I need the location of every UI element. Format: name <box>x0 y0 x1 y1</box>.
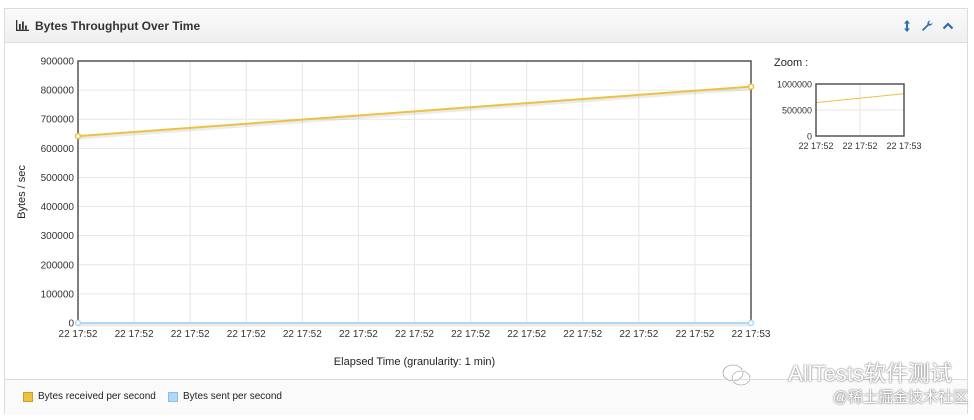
wechat-icon <box>722 364 751 386</box>
x-tick-label: 22 17:53 <box>732 329 771 340</box>
zoom-x-tick-label: 22 17:53 <box>886 141 921 151</box>
x-tick-label: 22 17:52 <box>59 329 98 340</box>
watermark-subtitle: @稀土掘金技术社区 <box>832 389 968 406</box>
series-point-0 <box>747 83 755 90</box>
y-tick-label: 600000 <box>41 144 75 155</box>
x-tick-label: 22 17:52 <box>115 329 154 340</box>
y-tick-label: 0 <box>68 319 74 330</box>
x-tick-label: 22 17:52 <box>619 329 658 340</box>
legend-swatch-sent <box>168 391 178 402</box>
x-tick-label: 22 17:52 <box>283 329 322 340</box>
legend-item-sent[interactable]: Bytes sent per second <box>168 391 282 402</box>
series-point-1 <box>747 319 755 327</box>
y-tick-label: 900000 <box>41 57 75 68</box>
x-tick-label: 22 17:52 <box>507 329 546 340</box>
x-tick-label: 22 17:52 <box>171 329 210 340</box>
y-tick-label: 200000 <box>41 260 75 271</box>
x-axis-title: Elapsed Time (granularity: 1 min) <box>334 356 495 368</box>
zoom-label: Zoom : <box>774 57 808 69</box>
main-chart: 900000 800000 700000 600000 500000 400000 3000… <box>16 57 922 369</box>
y-axis-title: Bytes / sec <box>16 165 28 219</box>
y-tick-label: 100000 <box>41 289 75 300</box>
legend-label-sent: Bytes sent per second <box>183 391 282 402</box>
y-tick-label: 700000 <box>41 115 75 126</box>
zoom-y-tick-label: 1000000 <box>777 80 812 90</box>
x-tick-label: 22 17:52 <box>563 329 602 340</box>
zoom-y-tick-label: 0 <box>807 132 812 142</box>
legend-swatch-received <box>23 391 33 402</box>
zoom-x-tick-label: 22 17:52 <box>798 141 833 151</box>
zoom-x-tick-label: 22 17:52 <box>842 141 877 151</box>
x-tick-label: 22 17:52 <box>227 329 266 340</box>
legend-label-received: Bytes received per second <box>38 391 156 402</box>
zoom-y-tick-label: 500000 <box>782 106 812 116</box>
y-tick-label: 400000 <box>41 202 75 213</box>
legend-item-received[interactable]: Bytes received per second <box>23 391 156 402</box>
y-tick-label: 300000 <box>41 231 75 242</box>
x-tick-label: 22 17:52 <box>339 329 378 340</box>
y-tick-label: 800000 <box>41 86 75 97</box>
throughput-panel: Bytes Throughput Over Time 900000 800000 7… <box>4 8 968 415</box>
x-tick-label: 22 17:52 <box>395 329 434 340</box>
x-tick-label: 22 17:52 <box>451 329 490 340</box>
watermark-title: AllTests软件测试 <box>788 361 952 386</box>
x-tick-label: 22 17:52 <box>675 329 714 340</box>
y-tick-label: 500000 <box>41 173 75 184</box>
series-point-1 <box>74 319 82 327</box>
series-point-0 <box>74 132 82 140</box>
